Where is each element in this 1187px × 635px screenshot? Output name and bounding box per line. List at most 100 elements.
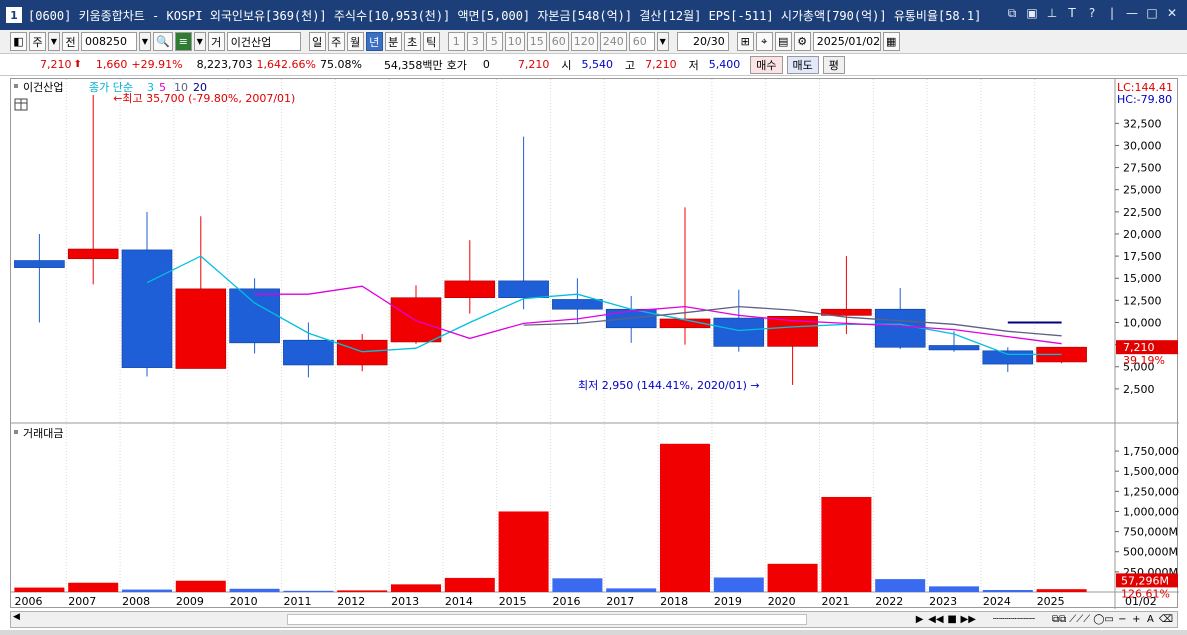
chart-svg[interactable]: 2,5005,0007,50010,00012,50015,00017,5002… <box>11 79 1187 609</box>
volume-bar <box>229 588 280 592</box>
volume-bar <box>982 589 1033 592</box>
interval-input[interactable]: 60 <box>628 32 655 51</box>
interval-5-button[interactable]: 5 <box>485 32 503 51</box>
interval-10-button[interactable]: 10 <box>504 32 525 51</box>
volume-bar <box>767 563 818 592</box>
font-icon[interactable]: T <box>1065 6 1079 21</box>
interval-240-button[interactable]: 240 <box>599 32 627 51</box>
candle-body <box>175 288 227 369</box>
period-minute-button[interactable]: 분 <box>384 32 402 51</box>
window-number-badge[interactable]: 1 <box>6 7 22 23</box>
chart-scrollbar[interactable]: ◀ ▶ ◀◀ ■ ▶▶ ┄┄┄┄┄┄┄ ⧉⧉ ⟋⟋⟋ ◯▭ − + A ⌫ <box>10 611 1178 628</box>
quote-bar: 7,210 ⬆ 1,660 +29.91% 8,223,703 1,642.66… <box>0 54 1187 76</box>
settings-gear-icon[interactable]: ⚙ <box>793 32 811 51</box>
scroll-right-icon[interactable]: ▶ <box>914 614 925 625</box>
interval-dropdown-icon[interactable]: ▼ <box>656 32 669 51</box>
zoom-out-icon[interactable]: − <box>1117 614 1128 625</box>
register-icon[interactable]: ≡ <box>174 32 192 51</box>
stock-code-input[interactable]: 008250 <box>81 32 137 51</box>
price-tick-label: 17,500 <box>1123 250 1162 263</box>
x-tick-label: 2021 <box>822 595 850 608</box>
x-tick-label: 2011 <box>284 595 312 608</box>
volume-tick-label: 500,000M <box>1123 546 1178 559</box>
candle-body <box>874 308 926 348</box>
help-icon[interactable]: ? <box>1085 6 1099 21</box>
low-price: 5,400 <box>708 58 741 71</box>
scroll-thumb[interactable] <box>287 614 807 625</box>
chart-area[interactable]: 2,5005,0007,50010,00012,50015,00017,5002… <box>10 78 1187 609</box>
trade-type-button[interactable]: 거 <box>207 32 225 51</box>
trend-tools-icon[interactable]: ⟋⟋⟋ <box>1069 614 1090 625</box>
candle-body <box>390 297 442 343</box>
stock-name-field[interactable]: 이건산업 <box>226 32 301 51</box>
interval-3-button[interactable]: 3 <box>466 32 484 51</box>
text-tool-icon[interactable]: A <box>1145 614 1156 625</box>
rewind-icon[interactable]: ◀◀ <box>928 614 943 625</box>
search-icon[interactable]: 🔍 <box>153 32 173 51</box>
interval-60-button[interactable]: 60 <box>548 32 569 51</box>
volume-bar <box>337 590 388 592</box>
period-second-button[interactable]: 초 <box>403 32 421 51</box>
volume-tick-label: 1,250,000M <box>1123 485 1179 498</box>
date-input[interactable]: 2025/01/02 <box>812 32 881 51</box>
register-dropdown-icon[interactable]: ▼ <box>193 32 206 51</box>
market-select[interactable]: 주 <box>29 32 46 51</box>
high-price: 7,210 <box>645 58 677 71</box>
code-dropdown-icon[interactable]: ▼ <box>139 32 151 51</box>
window-titlebar: 1 [0600] 키움종합차트 - KOSPI 외국인보유[369(천)] 주식… <box>0 0 1187 30</box>
crosshair-icon[interactable]: ⌖ <box>755 32 773 51</box>
scroll-left-icon[interactable]: ◀ <box>13 612 20 622</box>
all-toggle-button[interactable]: 전 <box>62 32 79 51</box>
period-week-button[interactable]: 주 <box>327 32 345 51</box>
period-month-button[interactable]: 월 <box>346 32 364 51</box>
forward-icon[interactable]: ▶▶ <box>961 614 976 625</box>
period-tick-button[interactable]: 틱 <box>422 32 440 51</box>
indicator-icon[interactable]: ⊞ <box>736 32 754 51</box>
price-tick-label: 32,500 <box>1123 117 1162 130</box>
average-button[interactable]: 평 <box>822 55 845 74</box>
period-year-button[interactable]: 년 <box>365 32 383 51</box>
layout-icon[interactable]: ◧ <box>10 32 27 51</box>
pin-icon[interactable]: ⊥ <box>1045 6 1059 21</box>
sell-button[interactable]: 매도 <box>786 55 819 74</box>
interval-15-button[interactable]: 15 <box>526 32 547 51</box>
maximize-icon[interactable]: □ <box>1145 6 1159 21</box>
volume-bar <box>821 496 872 592</box>
buy-button[interactable]: 매수 <box>750 55 783 74</box>
close-icon[interactable]: ✕ <box>1165 6 1179 21</box>
count-input[interactable]: 20/30 <box>676 32 729 51</box>
chevron-down-icon[interactable]: ▼ <box>48 32 60 51</box>
candle-body <box>713 317 765 347</box>
shape-tools-icon[interactable]: ◯▭ <box>1093 614 1114 625</box>
minimize-icon[interactable]: — <box>1125 6 1139 21</box>
draw-tools-icon[interactable]: ⧉⧉ <box>1052 614 1066 625</box>
stop-icon[interactable]: ■ <box>947 614 958 625</box>
zoom-in-icon[interactable]: + <box>1131 614 1142 625</box>
save-icon[interactable]: ▤ <box>774 32 792 51</box>
candle-body <box>229 288 280 344</box>
interval-120-button[interactable]: 120 <box>570 32 598 51</box>
copy-window-icon[interactable]: ▣ <box>1025 6 1039 21</box>
eraser-icon[interactable]: ⌫ <box>1159 614 1173 625</box>
trade-amount: 54,358백만 <box>383 58 443 72</box>
hoga-value: 0 <box>482 58 490 71</box>
x-tick-label: 2024 <box>983 595 1011 608</box>
trade-volume: 8,223,703 <box>196 58 253 71</box>
candle-body <box>444 280 496 299</box>
link-window-icon[interactable]: ⧉ <box>1005 6 1019 21</box>
interval-1-button[interactable]: 1 <box>447 32 465 51</box>
x-tick-label: 2006 <box>15 595 43 608</box>
calendar-icon[interactable]: ▦ <box>882 32 900 51</box>
x-tick-label: 2013 <box>391 595 419 608</box>
current-pct-label: 39.19% <box>1123 354 1165 367</box>
hc-label: HC:-79.80 <box>1117 93 1172 106</box>
zoom-slider-icon[interactable]: ┄┄┄┄┄┄┄ <box>979 614 1049 625</box>
volume-bar <box>68 582 119 592</box>
up-arrow-icon: ⬆ <box>73 59 82 70</box>
x-tick-label: 2008 <box>122 595 150 608</box>
x-tick-label: 2023 <box>929 595 957 608</box>
volume-bar <box>498 511 549 592</box>
volume-bar <box>1036 589 1087 592</box>
separator-icon: | <box>1109 6 1115 20</box>
period-day-button[interactable]: 일 <box>308 32 326 51</box>
